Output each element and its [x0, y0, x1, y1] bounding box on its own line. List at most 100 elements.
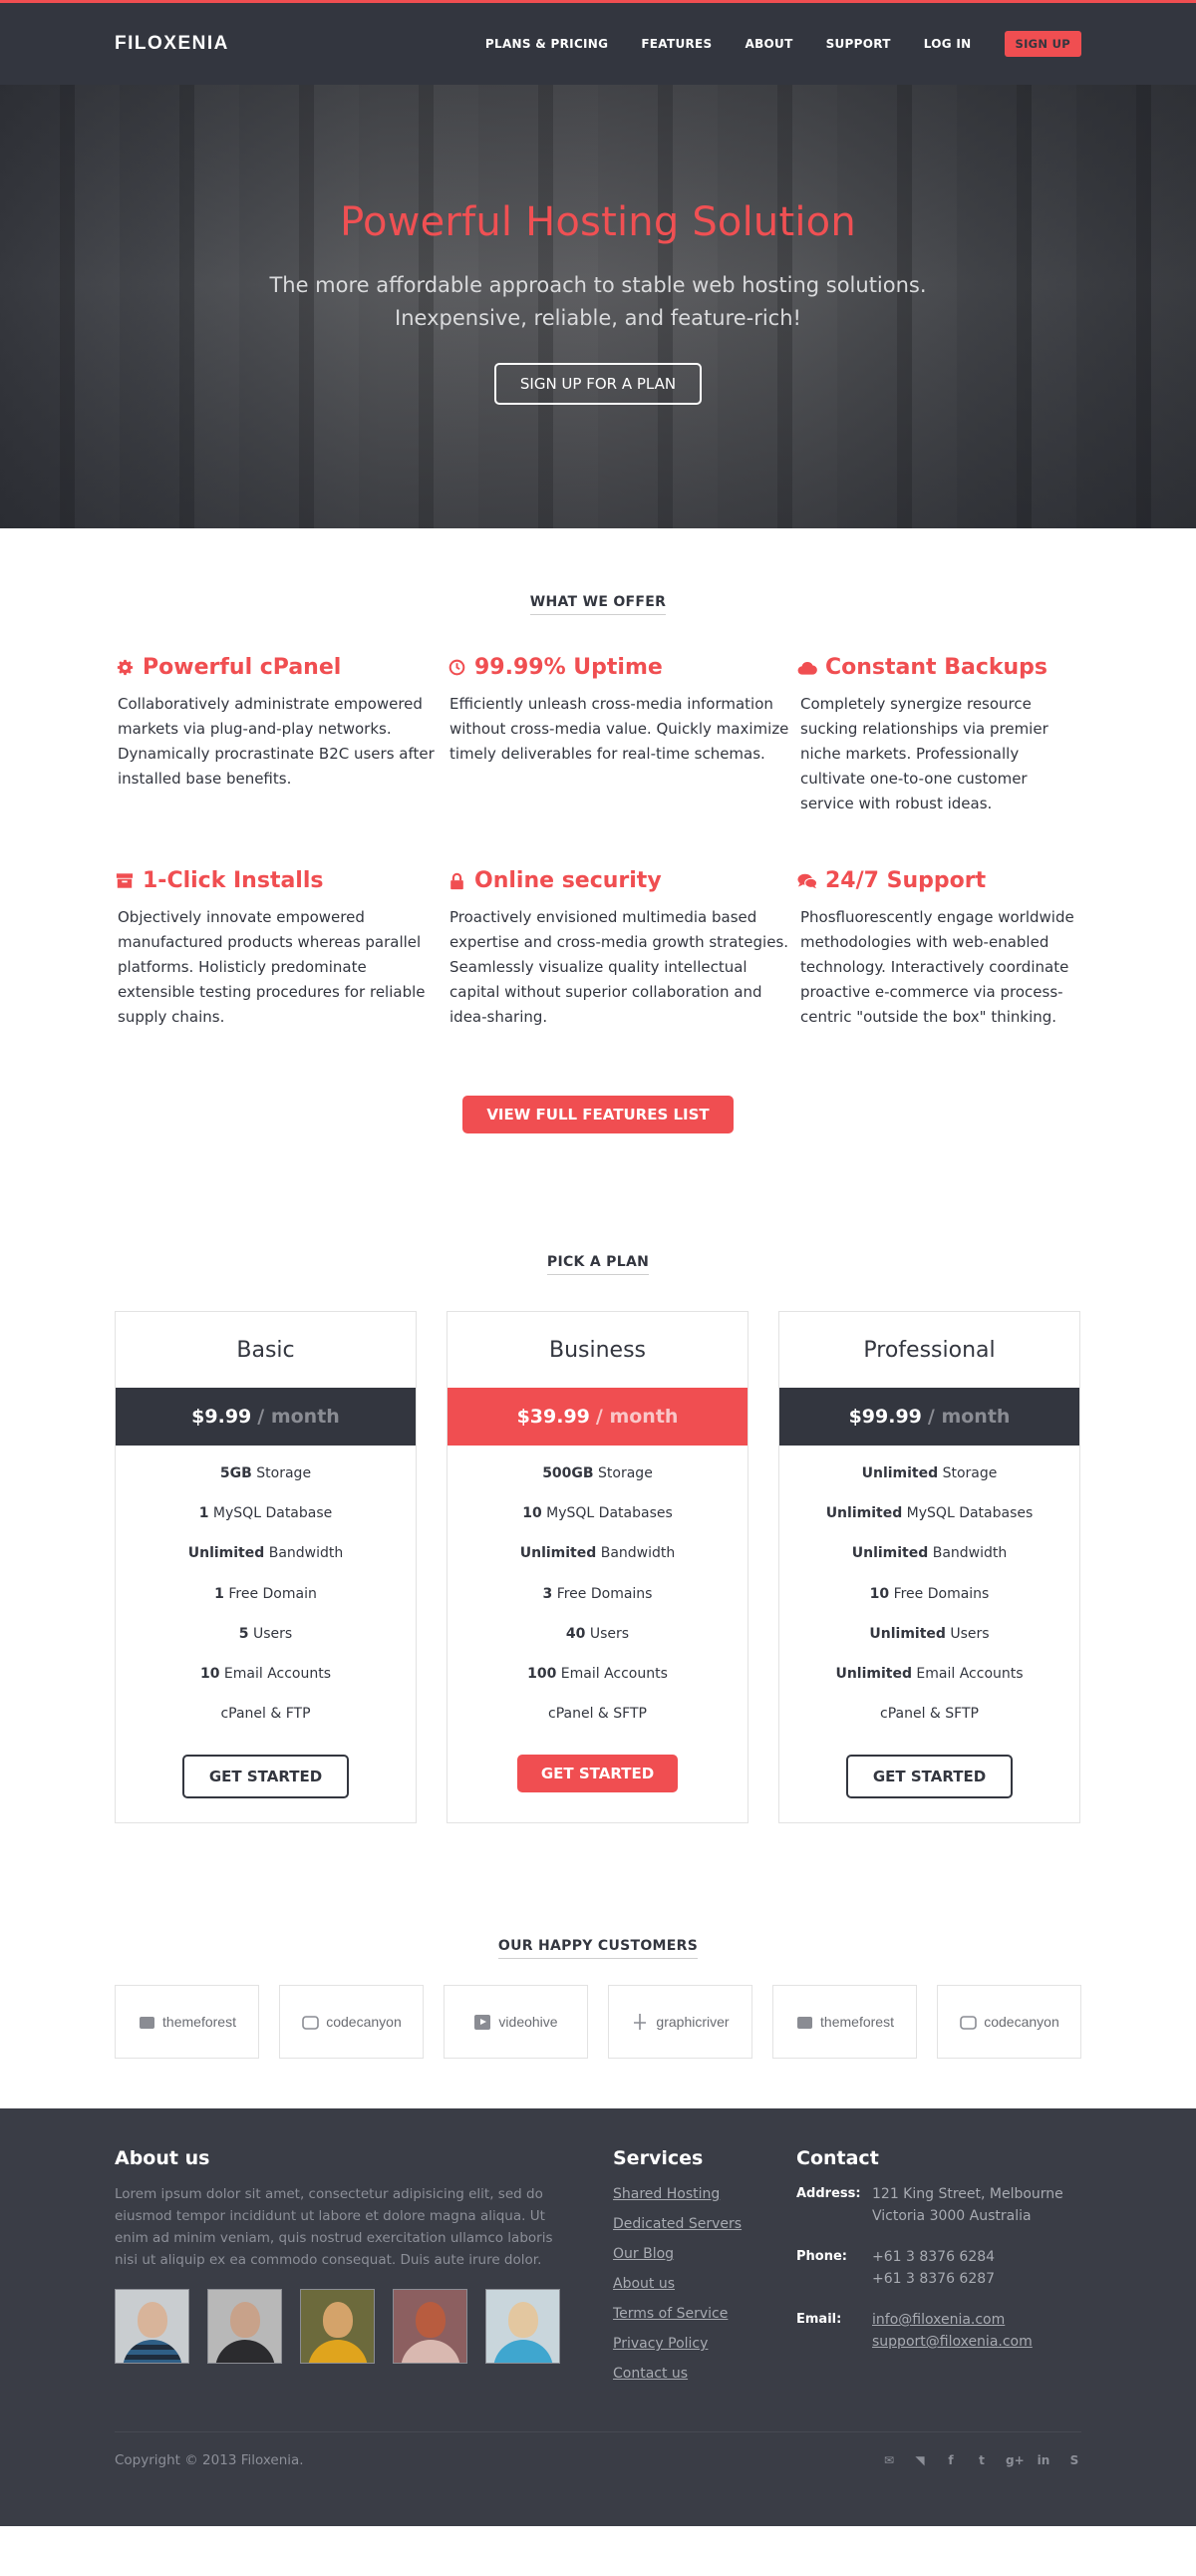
- plan-feature: 500GB Storage: [542, 1465, 653, 1481]
- customer-logo[interactable]: graphicriver: [608, 1985, 752, 2059]
- plan-feature: 3 Free Domains: [542, 1585, 653, 1602]
- view-features-button[interactable]: VIEW FULL FEATURES LIST: [462, 1096, 734, 1133]
- feature-item: Powerful cPanel Collaboratively administ…: [115, 655, 447, 816]
- chat-icon: [797, 871, 817, 891]
- service-link[interactable]: Shared Hosting: [613, 2186, 720, 2202]
- feature-item: 1-Click Installs Objectively innovate em…: [115, 868, 447, 1030]
- phone-row: Phone: +61 3 8376 6284 +61 3 8376 6287: [796, 2249, 996, 2287]
- plan-feature: 5 Users: [238, 1625, 293, 1642]
- contact-title: Contact: [796, 2147, 879, 2169]
- nav-plans-pricing[interactable]: PLANS & PRICING: [485, 37, 608, 51]
- sign-up-button[interactable]: SIGN UP: [1004, 31, 1081, 57]
- plan-feature: Unlimited Users: [869, 1625, 990, 1642]
- avatar[interactable]: [485, 2289, 560, 2364]
- cloud-icon: [797, 658, 817, 678]
- plan-feature: 1 Free Domain: [214, 1585, 317, 1602]
- plan-feature: 1 MySQL Database: [198, 1505, 333, 1522]
- codecanyon-icon: [301, 2013, 321, 2031]
- google-plus-icon[interactable]: g+: [1006, 2453, 1025, 2467]
- social-links: ✉ ◥ f t g+ in S: [882, 2453, 1081, 2467]
- service-link[interactable]: Dedicated Servers: [613, 2216, 742, 2232]
- plan-feature: Unlimited Bandwidth: [519, 1545, 676, 1562]
- service-link[interactable]: Privacy Policy: [613, 2336, 708, 2352]
- skype-icon[interactable]: S: [1067, 2453, 1081, 2467]
- plan-name: Business: [548, 1337, 646, 1363]
- videohive-icon: [473, 2013, 493, 2031]
- plan-card-business: Business $39.99/ month 500GB Storage 10 …: [447, 1311, 748, 1823]
- navbar: FILOXENIA PLANS & PRICING FEATURES ABOUT…: [0, 3, 1196, 85]
- sign-up-plan-button[interactable]: SIGN UP FOR A PLAN: [493, 363, 703, 405]
- plan-feature: Unlimited Bandwidth: [187, 1545, 344, 1562]
- lock-icon: [447, 871, 466, 891]
- clock-icon: [447, 658, 466, 678]
- customer-logo[interactable]: videohive: [444, 1985, 588, 2059]
- plans-section: PICK A PLAN Basic $9.99/ month 5GB Stora…: [0, 1133, 1196, 1823]
- envelope-icon[interactable]: ✉: [882, 2453, 896, 2467]
- facebook-icon[interactable]: f: [944, 2453, 958, 2467]
- customer-logo[interactable]: codecanyon: [279, 1985, 424, 2059]
- plan-feature: Unlimited MySQL Databases: [825, 1505, 1034, 1522]
- rss-icon[interactable]: ◥: [913, 2453, 927, 2467]
- nav-features[interactable]: FEATURES: [641, 37, 712, 51]
- footer: About us Lorem ipsum dolor sit amet, con…: [0, 2108, 1196, 2526]
- section-title: OUR HAPPY CUSTOMERS: [497, 1938, 699, 1959]
- features-section: WHAT WE OFFER Powerful cPanel Collaborat…: [0, 528, 1196, 1133]
- nav-log-in[interactable]: LOG IN: [924, 37, 972, 51]
- themeforest-icon: [138, 2013, 157, 2031]
- plan-price: $39.99/ month: [448, 1388, 748, 1446]
- feature-item: 99.99% Uptime Efficiently unleash cross-…: [447, 655, 797, 816]
- service-link[interactable]: About us: [613, 2276, 675, 2292]
- get-started-button[interactable]: GET STARTED: [516, 1755, 679, 1792]
- get-started-button[interactable]: GET STARTED: [845, 1755, 1014, 1798]
- about-text: Lorem ipsum dolor sit amet, consectetur …: [115, 2186, 553, 2268]
- plan-feature: Unlimited Email Accounts: [835, 1665, 1024, 1682]
- customers-section: OUR HAPPY CUSTOMERS themeforest codecany…: [0, 1823, 1196, 2108]
- email-row: Email: info@filoxenia.com support@filoxen…: [796, 2312, 1033, 2350]
- logo[interactable]: FILOXENIA: [115, 33, 229, 55]
- plan-feature: cPanel & SFTP: [548, 1706, 647, 1723]
- section-title: WHAT WE OFFER: [529, 594, 667, 615]
- customer-logo[interactable]: themeforest: [772, 1985, 917, 2059]
- linkedin-icon[interactable]: in: [1037, 2453, 1050, 2467]
- customer-logo[interactable]: codecanyon: [937, 1985, 1081, 2059]
- plan-feature: 100 Email Accounts: [527, 1665, 668, 1682]
- plan-feature: Unlimited Storage: [861, 1465, 998, 1481]
- email-link[interactable]: info@filoxenia.com: [872, 2312, 1005, 2328]
- service-link[interactable]: Contact us: [613, 2366, 688, 2382]
- hero-title: Powerful Hosting Solution: [340, 199, 856, 245]
- avatar[interactable]: [393, 2289, 467, 2364]
- feature-item: Constant Backups Completely synergize re…: [797, 655, 1081, 816]
- plan-name: Basic: [236, 1337, 295, 1363]
- service-link[interactable]: Terms of Service: [613, 2306, 728, 2322]
- service-link[interactable]: Our Blog: [613, 2246, 674, 2262]
- nav-about[interactable]: ABOUT: [745, 37, 792, 51]
- avatar[interactable]: [300, 2289, 375, 2364]
- plan-card-professional: Professional $99.99/ month Unlimited Sto…: [778, 1311, 1080, 1823]
- email-link[interactable]: support@filoxenia.com: [872, 2334, 1033, 2350]
- plan-feature: Unlimited Bandwidth: [851, 1545, 1008, 1562]
- hero-subtitle: The more affordable approach to stable w…: [269, 273, 927, 330]
- plan-card-basic: Basic $9.99/ month 5GB Storage 1 MySQL D…: [115, 1311, 417, 1823]
- plan-name: Professional: [863, 1337, 996, 1363]
- customer-logo[interactable]: themeforest: [115, 1985, 259, 2059]
- twitter-icon[interactable]: t: [975, 2453, 989, 2467]
- gear-icon: [115, 658, 135, 678]
- services-title: Services: [613, 2147, 704, 2169]
- plan-feature: 10 MySQL Databases: [522, 1505, 673, 1522]
- plan-price: $9.99/ month: [116, 1388, 416, 1446]
- nav-support[interactable]: SUPPORT: [826, 37, 891, 51]
- graphicriver-icon: [631, 2013, 651, 2031]
- feature-item: Online security Proactively envisioned m…: [447, 868, 797, 1030]
- feature-item: 24/7 Support Phosfluorescently engage wo…: [797, 868, 1081, 1030]
- get-started-button[interactable]: GET STARTED: [181, 1755, 350, 1798]
- themeforest-icon: [795, 2013, 815, 2031]
- section-title: PICK A PLAN: [546, 1254, 650, 1275]
- main-menu: PLANS & PRICING FEATURES ABOUT SUPPORT L…: [485, 31, 1081, 57]
- plan-feature: 10 Free Domains: [869, 1585, 990, 1602]
- avatar[interactable]: [115, 2289, 189, 2364]
- plan-feature: cPanel & SFTP: [880, 1706, 979, 1723]
- address-row: Address: 121 King Street, Melbourne Victo…: [796, 2186, 1063, 2224]
- codecanyon-icon: [959, 2013, 979, 2031]
- avatar[interactable]: [207, 2289, 282, 2364]
- hero-banner: Powerful Hosting Solution The more affor…: [0, 85, 1196, 528]
